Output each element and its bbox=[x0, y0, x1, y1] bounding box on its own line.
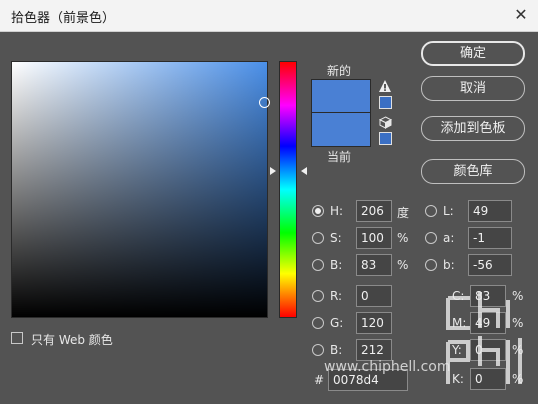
hue-slider[interactable] bbox=[279, 61, 297, 318]
gamut-warning-icon[interactable] bbox=[378, 79, 392, 93]
cancel-button[interactable]: 取消 bbox=[421, 76, 525, 101]
radio-lab-b[interactable] bbox=[425, 259, 437, 271]
lab-l-label: L: bbox=[443, 204, 454, 218]
s-input[interactable]: 100 bbox=[356, 227, 392, 249]
radio-lab-a[interactable] bbox=[425, 232, 437, 244]
window-title: 拾色器（前景色） bbox=[11, 11, 116, 26]
current-color-swatch[interactable] bbox=[311, 113, 371, 147]
hue-slider-left-arrow[interactable] bbox=[270, 167, 276, 175]
r-input[interactable]: 0 bbox=[356, 285, 392, 307]
h-unit: 度 bbox=[397, 206, 410, 220]
gamut-warning-swatch[interactable] bbox=[379, 96, 392, 109]
web-colors-only-label: 只有 Web 颜色 bbox=[31, 333, 113, 347]
rgb-b-label: B: bbox=[330, 343, 343, 357]
lab-l-input[interactable]: 49 bbox=[468, 200, 512, 222]
watermark-text: www.chiphell.com bbox=[324, 359, 451, 375]
b-label: B: bbox=[330, 258, 343, 272]
close-button[interactable]: ✕ bbox=[510, 4, 532, 26]
rgb-b-input[interactable]: 212 bbox=[356, 339, 392, 361]
title-bar: 拾色器（前景色） ✕ bbox=[0, 0, 538, 32]
radio-lab-l[interactable] bbox=[425, 205, 437, 217]
g-input[interactable]: 120 bbox=[356, 312, 392, 334]
g-label: G: bbox=[330, 316, 344, 330]
lab-b-label: b: bbox=[443, 258, 455, 272]
lab-a-label: a: bbox=[443, 231, 455, 245]
radio-rgb-b[interactable] bbox=[312, 344, 324, 356]
b-input[interactable]: 83 bbox=[356, 254, 392, 276]
hue-slider-right-arrow[interactable] bbox=[301, 167, 307, 175]
lab-a-input[interactable]: -1 bbox=[468, 227, 512, 249]
radio-g[interactable] bbox=[312, 317, 324, 329]
hex-label: # bbox=[314, 373, 325, 387]
color-libraries-button[interactable]: 颜色库 bbox=[421, 159, 525, 184]
current-color-label: 当前 bbox=[327, 150, 352, 164]
r-label: R: bbox=[330, 289, 343, 303]
color-field-marker[interactable] bbox=[259, 97, 270, 108]
new-color-label: 新的 bbox=[327, 64, 352, 78]
s-label: S: bbox=[330, 231, 342, 245]
lab-b-input[interactable]: -56 bbox=[468, 254, 512, 276]
new-color-swatch bbox=[311, 79, 371, 113]
web-safe-swatch[interactable] bbox=[379, 132, 392, 145]
h-label: H: bbox=[330, 204, 344, 218]
radio-r[interactable] bbox=[312, 290, 324, 302]
color-field[interactable] bbox=[11, 61, 268, 318]
radio-h[interactable] bbox=[312, 205, 324, 217]
radio-s[interactable] bbox=[312, 232, 324, 244]
radio-b[interactable] bbox=[312, 259, 324, 271]
ok-button[interactable]: 确定 bbox=[421, 41, 525, 66]
h-input[interactable]: 206 bbox=[356, 200, 392, 222]
web-colors-only-checkbox[interactable] bbox=[11, 332, 23, 344]
s-unit: % bbox=[397, 231, 409, 245]
chiphell-watermark-logo bbox=[446, 292, 522, 384]
web-safe-cube-icon[interactable] bbox=[379, 116, 392, 129]
add-to-swatches-button[interactable]: 添加到色板 bbox=[421, 116, 525, 141]
b-unit: % bbox=[397, 258, 409, 272]
